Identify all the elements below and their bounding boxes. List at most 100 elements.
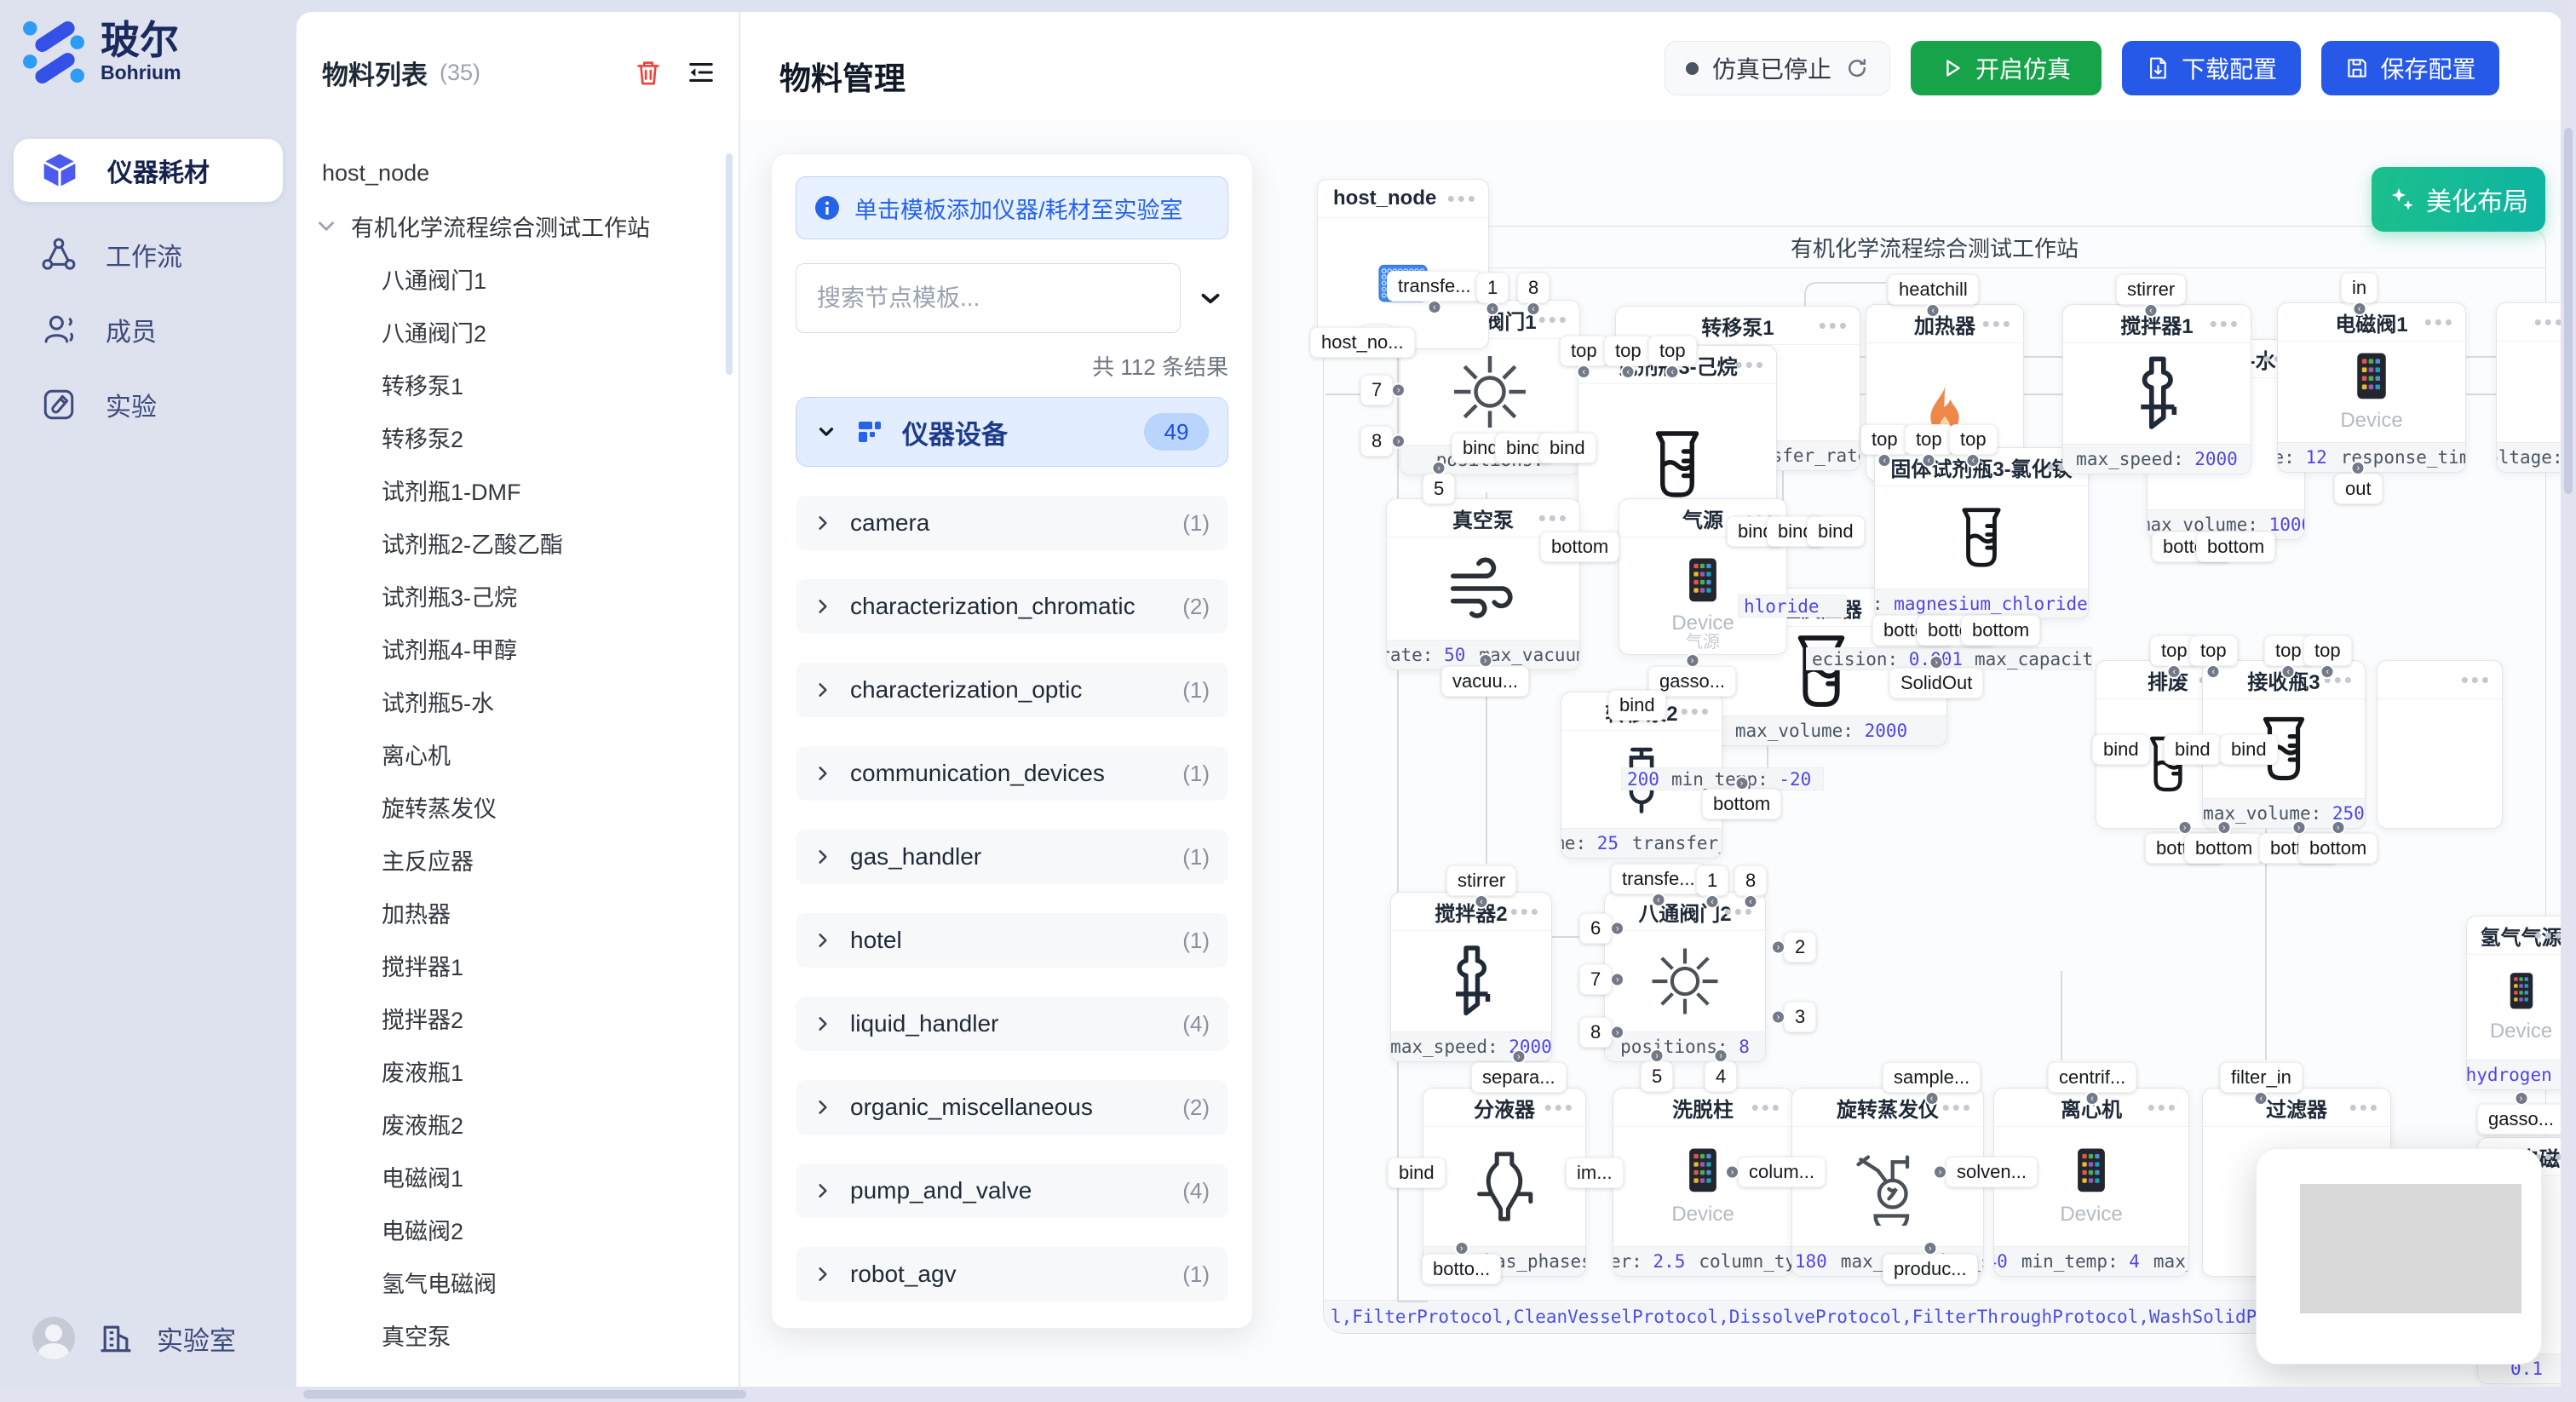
port-handle[interactable]: › [1478, 653, 1492, 668]
port-handle[interactable]: ‹ [2167, 664, 2182, 679]
template-category-communication_devices[interactable]: communication_devices(1) [796, 746, 1228, 801]
port-handle[interactable]: › [1432, 461, 1446, 475]
port-handle[interactable]: ‹ [1665, 365, 1680, 379]
port-handle[interactable]: ‹ [1926, 303, 1941, 318]
download-config-button[interactable]: 下载配置 [2122, 41, 2301, 95]
tree-item-废液瓶2[interactable]: 废液瓶2 [296, 1097, 733, 1150]
port-handle[interactable]: ‹ [1744, 894, 1758, 909]
node-menu-icon[interactable]: ••• [1681, 692, 1711, 730]
search-template-input[interactable] [796, 263, 1181, 333]
tree-item-试剂瓶1-DMF[interactable]: 试剂瓶1-DMF [296, 463, 733, 516]
port-handle[interactable]: ‹ [1922, 453, 1936, 468]
node-menu-icon[interactable]: ••• [1510, 893, 1541, 930]
node-menu-icon[interactable]: ••• [1751, 1089, 1782, 1126]
node-host_node[interactable]: host_node••• [1317, 179, 1489, 349]
port-handle[interactable]: ‹ [1486, 302, 1500, 316]
port-handle[interactable]: › [1714, 1049, 1728, 1063]
trash-icon[interactable] [634, 58, 663, 87]
node-menu-icon[interactable]: ••• [1735, 346, 1766, 383]
node-menu-icon[interactable]: ••• [2534, 303, 2562, 341]
port-handle[interactable]: ‹ [1427, 300, 1441, 314]
port-handle[interactable]: › [1685, 653, 1699, 668]
tree-item-真空泵[interactable]: 真空泵 [296, 1308, 733, 1361]
port-handle[interactable]: › [1610, 922, 1624, 936]
template-category-characterization_optic[interactable]: characterization_optic(1) [796, 663, 1228, 717]
tree-item-host_node[interactable]: host_node [296, 147, 733, 199]
port-handle[interactable]: › [1391, 383, 1406, 398]
template-category-camera[interactable]: camera(1) [796, 496, 1228, 550]
horizontal-scrollbar-thumb[interactable] [303, 1390, 746, 1399]
node-menu-icon[interactable]: ••• [2424, 303, 2455, 341]
sidebar-item-instruments[interactable]: 仪器耗材 [14, 139, 283, 202]
sidebar-footer[interactable]: 实验室 [0, 1301, 296, 1375]
tree-item-试剂瓶4-甲醇[interactable]: 试剂瓶4-甲醇 [296, 622, 733, 675]
save-config-button[interactable]: 保存配置 [2321, 41, 2499, 95]
port-handle[interactable]: ‹ [1577, 365, 1591, 379]
node-valve2[interactable]: •••voltage: 12 [2496, 302, 2562, 473]
node-menu-icon[interactable]: ••• [1819, 307, 1849, 344]
tree-item-有机化学流程综合测试工作站[interactable]: 有机化学流程综合测试工作站 [296, 199, 733, 252]
port-handle[interactable]: › [1725, 1165, 1739, 1180]
materials-scrollbar[interactable] [726, 153, 733, 375]
node-氢气气源[interactable]: 氢气气源•••Devicetype: hydrogenmax_pre [2466, 916, 2562, 1090]
tree-item-氢气电磁阀[interactable]: 氢气电磁阀 [296, 1255, 733, 1308]
category-instruments[interactable]: 仪器设备 49 [796, 397, 1228, 467]
port-handle[interactable]: ‹ [2352, 302, 2366, 316]
port-handle[interactable]: ‹ [1475, 894, 1489, 909]
sidebar-item-workflow[interactable]: 工作流 [14, 223, 283, 286]
node-搅拌器2[interactable]: 搅拌器2•••max_speed: 2000 [1390, 892, 1552, 1062]
port-handle[interactable]: › [1929, 655, 1944, 669]
node-menu-icon[interactable]: ••• [1538, 301, 1569, 338]
tree-item-加热器[interactable]: 加热器 [296, 886, 733, 939]
tree-item-转移泵2[interactable]: 转移泵2 [296, 411, 733, 463]
vertical-scrollbar-thumb[interactable] [2564, 128, 2573, 494]
sidebar-item-members[interactable]: 成员 [14, 298, 283, 361]
tree-item-电磁阀2[interactable]: 电磁阀2 [296, 1203, 733, 1255]
tree-item-试剂瓶5-水[interactable]: 试剂瓶5-水 [296, 675, 733, 727]
node-extracard[interactable]: ••• [2377, 660, 2503, 829]
tree-item-转移泵1[interactable]: 转移泵1 [296, 358, 733, 411]
simulation-status-pill[interactable]: 仿真已停止 [1665, 41, 1890, 95]
tree-item-试剂瓶3-己烷[interactable]: 试剂瓶3-己烷 [296, 569, 733, 622]
node-menu-icon[interactable]: ••• [1982, 305, 2013, 342]
port-handle[interactable]: › [1610, 973, 1624, 987]
chevron-down-icon[interactable] [315, 215, 337, 237]
port-handle[interactable]: ‹ [2085, 1091, 2100, 1106]
beautify-layout-button[interactable]: 美化布局 [2372, 167, 2545, 232]
port-handle[interactable]: ‹ [1527, 302, 1541, 316]
tree-item-电磁阀1[interactable]: 电磁阀1 [296, 1150, 733, 1203]
node-menu-icon[interactable]: ••• [1942, 1089, 1973, 1126]
node-搅拌器1[interactable]: 搅拌器1•••max_speed: 2000 [2062, 304, 2251, 474]
port-handle[interactable]: ‹ [2144, 303, 2159, 318]
node-八通阀门2[interactable]: 八通阀门2•••positions: 8 [1604, 892, 1766, 1062]
node-真空泵[interactable]: 真空泵•••pump_rate: 50max_vacuum: 0.1 [1386, 498, 1580, 670]
port-handle[interactable]: › [2351, 461, 2366, 475]
port-handle[interactable]: ‹ [1705, 894, 1720, 909]
port-handle[interactable]: ‹ [2206, 664, 2221, 679]
port-handle[interactable]: › [1391, 434, 1406, 449]
port-handle[interactable]: › [1610, 1026, 1624, 1040]
tree-item-试剂瓶2-乙酸乙酯[interactable]: 试剂瓶2-乙酸乙酯 [296, 516, 733, 569]
template-category-liquid_handler[interactable]: liquid_handler(4) [796, 997, 1228, 1051]
collapse-list-icon[interactable] [687, 58, 716, 87]
node-menu-icon[interactable]: ••• [1447, 180, 1478, 217]
node-分液器[interactable]: 分液器•••volume: 250has_phases: true [1423, 1088, 1586, 1277]
avatar[interactable] [32, 1317, 75, 1359]
node-menu-icon[interactable]: ••• [2461, 661, 2492, 698]
node-menu-icon[interactable]: ••• [2210, 305, 2240, 342]
tree-item-八通阀门1[interactable]: 八通阀门1 [296, 252, 733, 305]
node-menu-icon[interactable]: ••• [1544, 1089, 1575, 1126]
port-handle[interactable]: › [1650, 1049, 1665, 1063]
template-category-organic_miscellaneous[interactable]: organic_miscellaneous(2) [796, 1080, 1228, 1135]
port-handle[interactable]: ‹ [2281, 664, 2296, 679]
tree-item-八通阀门2[interactable]: 八通阀门2 [296, 305, 733, 358]
node-menu-icon[interactable]: ••• [2349, 1089, 2380, 1126]
port-handle[interactable]: › [1771, 1010, 1785, 1025]
tree-item-搅拌器2[interactable]: 搅拌器2 [296, 991, 733, 1044]
tree-item-主反应器[interactable]: 主反应器 [296, 833, 733, 886]
node-电磁阀1[interactable]: 电磁阀1•••Devicevoltage: 12response_time: 0… [2277, 302, 2466, 473]
port-handle[interactable]: › [1771, 940, 1785, 955]
tree-item-废液瓶1[interactable]: 废液瓶1 [296, 1044, 733, 1097]
tree-item-搅拌器1[interactable]: 搅拌器1 [296, 939, 733, 991]
start-simulation-button[interactable]: 开启仿真 [1911, 41, 2102, 95]
